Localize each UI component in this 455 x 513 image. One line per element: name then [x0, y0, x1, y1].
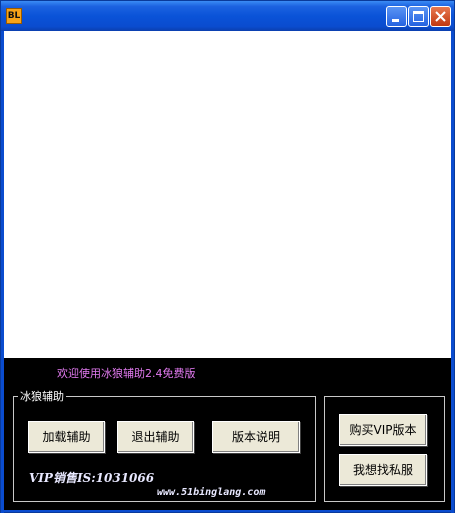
- window-frame-right: [451, 31, 454, 513]
- maximize-button[interactable]: [408, 6, 429, 27]
- maximize-icon: [413, 11, 424, 22]
- vip-sales-text: VIP销售IS:1031066: [29, 471, 155, 485]
- app-icon: BL: [6, 8, 22, 24]
- control-panel: 欢迎使用冰狼辅助2.4免费版 冰狼辅助 加载辅助 退出辅助 版本说明 购买VIP…: [4, 358, 451, 510]
- minimize-button[interactable]: [386, 6, 407, 27]
- buy-vip-button[interactable]: 购买VIP版本: [339, 414, 427, 446]
- close-icon: [435, 11, 446, 22]
- welcome-text: 欢迎使用冰狼辅助2.4免费版: [57, 367, 196, 380]
- app-window: BL 欢迎使用冰狼辅助2.4免费版 冰狼辅助 加载辅助 退出辅助 版本说明 购买…: [0, 0, 455, 513]
- group-label: 冰狼辅助: [18, 388, 66, 404]
- exit-assist-button[interactable]: 退出辅助: [117, 421, 194, 453]
- version-info-button[interactable]: 版本说明: [212, 421, 300, 453]
- content-area: [4, 31, 451, 358]
- find-private-server-button[interactable]: 我想找私服: [339, 454, 427, 486]
- title-bar[interactable]: BL: [1, 1, 454, 31]
- website-link[interactable]: www.51binglang.com: [157, 487, 265, 498]
- close-button[interactable]: [430, 6, 451, 27]
- vip-group-box: 购买VIP版本 我想找私服: [324, 396, 445, 502]
- minimize-icon: [392, 19, 399, 22]
- load-assist-button[interactable]: 加载辅助: [28, 421, 105, 453]
